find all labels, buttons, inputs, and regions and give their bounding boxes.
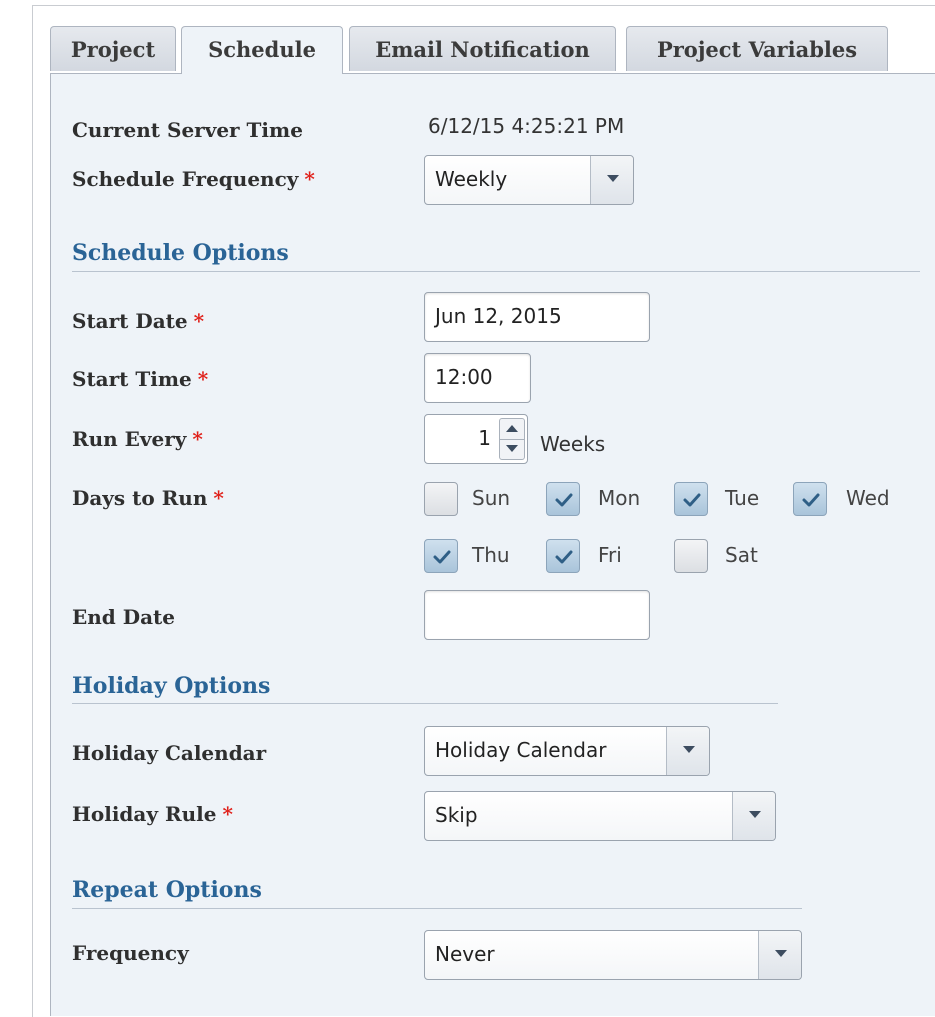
day-label-fri: Fri — [598, 543, 622, 567]
day-label-thu: Thu — [472, 543, 510, 567]
holiday-calendar-select[interactable]: Holiday Calendar — [424, 726, 710, 776]
day-label-sat: Sat — [725, 543, 758, 567]
schedule-options-heading: Schedule Options — [72, 240, 289, 266]
required-marker: * — [197, 367, 209, 391]
holiday-rule-value: Skip — [435, 803, 478, 827]
schedule-frequency-label-text: Schedule Frequency — [72, 167, 299, 191]
start-date-input[interactable]: Jun 12, 2015 — [424, 292, 650, 342]
stepper-down-icon[interactable] — [500, 439, 524, 459]
end-date-label-text: End Date — [72, 605, 175, 629]
start-date-label-text: Start Date — [72, 309, 188, 333]
day-checkbox-mon[interactable] — [546, 482, 580, 516]
run-every-stepper[interactable]: 1 — [424, 414, 528, 464]
required-marker: * — [192, 427, 203, 451]
tab-schedule[interactable]: Schedule — [181, 26, 343, 74]
required-marker: * — [193, 309, 205, 333]
schedule-frequency-value: Weekly — [435, 167, 508, 191]
run-every-label-text: Run Every — [72, 427, 187, 451]
day-checkbox-sun[interactable] — [424, 482, 458, 516]
start-time-input[interactable]: 12:00 — [424, 353, 531, 403]
day-checkbox-wed[interactable] — [793, 482, 827, 516]
holiday-options-divider — [72, 703, 778, 704]
day-checkbox-fri[interactable] — [546, 539, 580, 573]
run-every-label: Run Every * — [72, 427, 203, 451]
chevron-down-icon[interactable] — [666, 727, 709, 775]
server-time-label: Current Server Time — [72, 118, 303, 142]
required-marker: * — [304, 167, 315, 191]
repeat-frequency-label-text: Frequency — [72, 941, 189, 965]
start-date-label: Start Date * — [72, 309, 204, 333]
checkmark-icon — [433, 550, 451, 564]
run-every-unit: Weeks — [540, 432, 606, 456]
repeat-frequency-value: Never — [435, 942, 495, 966]
day-checkbox-sat[interactable] — [674, 539, 708, 573]
days-to-run-label: Days to Run * — [72, 486, 224, 510]
required-marker: * — [222, 802, 233, 826]
schedule-frequency-select[interactable]: Weekly — [424, 155, 634, 205]
server-time-value: 6/12/15 4:25:21 PM — [428, 114, 625, 138]
chevron-down-icon[interactable] — [732, 792, 775, 840]
required-marker: * — [213, 486, 224, 510]
schedule-options-divider — [72, 271, 920, 272]
tab-email-notification[interactable]: Email Notification — [349, 26, 616, 71]
day-label-wed: Wed — [846, 486, 890, 510]
holiday-calendar-label-text: Holiday Calendar — [72, 741, 267, 765]
repeat-options-divider — [72, 908, 802, 909]
checkmark-icon — [555, 493, 573, 507]
chevron-down-icon[interactable] — [758, 931, 801, 979]
repeat-options-heading: Repeat Options — [72, 877, 262, 903]
tab-strip: Project Schedule Email Notification Proj… — [50, 26, 935, 74]
repeat-frequency-label: Frequency — [72, 941, 189, 965]
end-date-input[interactable] — [424, 590, 650, 640]
tab-project[interactable]: Project — [50, 26, 176, 71]
holiday-options-heading: Holiday Options — [72, 673, 271, 699]
day-checkbox-tue[interactable] — [674, 482, 708, 516]
day-checkbox-thu[interactable] — [424, 539, 458, 573]
days-to-run-label-text: Days to Run — [72, 486, 208, 510]
stepper-up-icon[interactable] — [500, 419, 524, 440]
checkmark-icon — [683, 493, 701, 507]
start-time-label: Start Time * — [72, 367, 208, 391]
holiday-rule-label-text: Holiday Rule — [72, 802, 217, 826]
holiday-calendar-label: Holiday Calendar — [72, 741, 266, 765]
checkmark-icon — [802, 493, 820, 507]
checkmark-icon — [555, 550, 573, 564]
holiday-rule-label: Holiday Rule * — [72, 802, 233, 826]
schedule-frequency-label: Schedule Frequency * — [72, 167, 315, 191]
stepper-arrows — [499, 418, 525, 460]
chevron-down-icon[interactable] — [590, 156, 633, 204]
holiday-rule-select[interactable]: Skip — [424, 791, 776, 841]
end-date-label: End Date — [72, 605, 175, 629]
repeat-frequency-select[interactable]: Never — [424, 930, 802, 980]
tab-project-variables[interactable]: Project Variables — [626, 26, 888, 71]
day-label-tue: Tue — [725, 486, 760, 510]
server-time-label-text: Current Server Time — [72, 118, 303, 142]
run-every-value: 1 — [478, 426, 491, 450]
day-label-mon: Mon — [598, 486, 641, 510]
holiday-calendar-value: Holiday Calendar — [435, 738, 607, 762]
day-label-sun: Sun — [472, 486, 511, 510]
start-time-label-text: Start Time — [72, 367, 192, 391]
